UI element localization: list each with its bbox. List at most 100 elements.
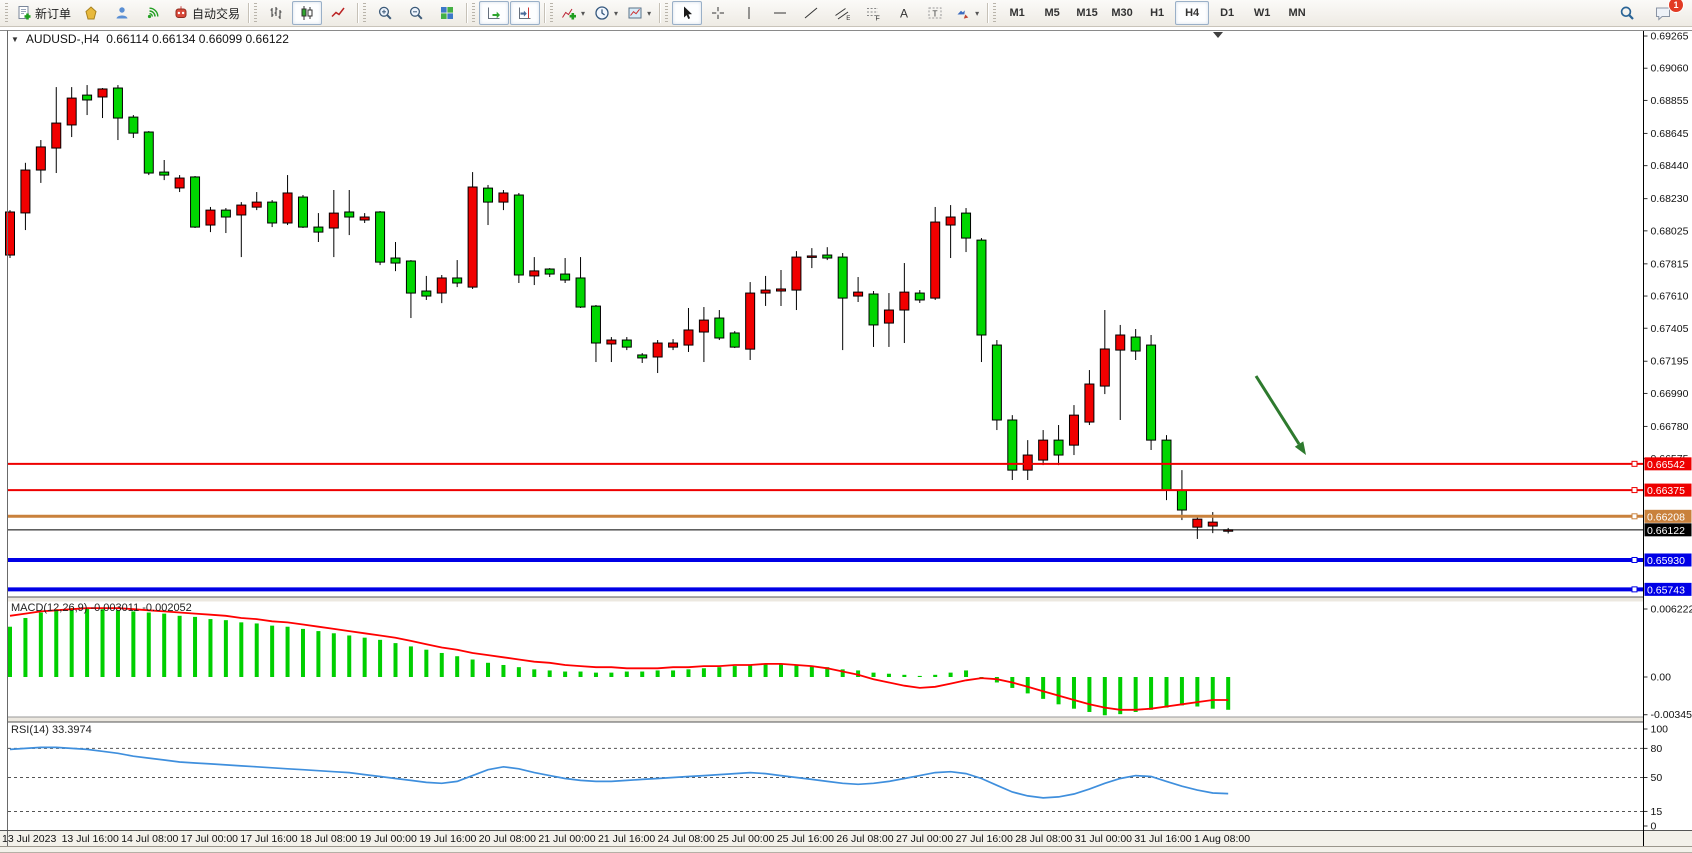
candlestick	[237, 205, 246, 215]
chart-dropdown-icon[interactable]: ▼	[11, 35, 19, 44]
signals-button[interactable]	[138, 1, 168, 25]
notifications-button[interactable]: 1	[1648, 1, 1678, 25]
shapes-button[interactable]: ▾	[951, 1, 983, 25]
cursor-button[interactable]	[672, 1, 702, 25]
line-chart-icon	[330, 5, 346, 21]
macd-histogram-bar	[779, 664, 783, 677]
toolbar-drag-handle[interactable]	[550, 3, 553, 23]
chevron-down-icon: ▾	[581, 9, 585, 18]
timeframe-D1-button[interactable]: D1	[1210, 1, 1244, 25]
indicators-button[interactable]: ▾	[557, 1, 589, 25]
button-label: H4	[1185, 7, 1199, 19]
timeframe-M5-button[interactable]: M5	[1035, 1, 1069, 25]
cursor-icon	[679, 5, 695, 21]
button-label: MN	[1289, 7, 1306, 19]
timeframe-MN-button[interactable]: MN	[1280, 1, 1314, 25]
toolbar-drag-handle[interactable]	[363, 3, 366, 23]
bar-chart-button[interactable]	[261, 1, 291, 25]
candlestick	[298, 197, 307, 227]
price-axis-label: 0.69265	[1651, 31, 1689, 43]
candlestick	[314, 227, 323, 232]
line-handle[interactable]	[1632, 557, 1637, 562]
candlestick	[376, 212, 385, 262]
chevron-down-icon: ▾	[647, 9, 651, 18]
line-handle[interactable]	[1632, 587, 1637, 592]
time-axis-label: 14 Jul 08:00	[121, 833, 178, 845]
hline-button[interactable]	[765, 1, 795, 25]
trendline-button[interactable]	[796, 1, 826, 25]
auto-trading-button[interactable]: 自动交易	[169, 1, 244, 25]
new-order-button[interactable]: 新订单	[12, 1, 75, 25]
community-button[interactable]	[107, 1, 137, 25]
macd-histogram-bar	[748, 665, 752, 677]
line-handle[interactable]	[1632, 514, 1637, 519]
zoom-out-button[interactable]	[401, 1, 431, 25]
toolbar-drag-handle[interactable]	[254, 3, 257, 23]
timeframe-W1-button[interactable]: W1	[1245, 1, 1279, 25]
time-axis-label: 24 Jul 08:00	[658, 833, 715, 845]
macd-histogram-bar	[409, 646, 413, 677]
candlestick	[962, 213, 971, 238]
text-label-button[interactable]: T	[920, 1, 950, 25]
candlestick	[514, 195, 523, 275]
candlestick	[1116, 335, 1125, 350]
line-handle[interactable]	[1632, 488, 1637, 493]
time-axis-label: 31 Jul 16:00	[1134, 833, 1191, 845]
channel-button[interactable]: E	[827, 1, 857, 25]
line-handle[interactable]	[1632, 461, 1637, 466]
macd-histogram-bar	[347, 635, 351, 677]
market-button[interactable]	[76, 1, 106, 25]
macd-histogram-bar	[116, 610, 120, 677]
candlestick	[653, 343, 662, 357]
timeframe-H4-button[interactable]: H4	[1175, 1, 1209, 25]
time-axis-label: 19 Jul 00:00	[360, 833, 417, 845]
text-button[interactable]: A	[889, 1, 919, 25]
fibonacci-icon: F	[865, 5, 881, 21]
macd-histogram-bar	[378, 640, 382, 677]
chart-shift-button[interactable]	[510, 1, 540, 25]
macd-histogram-bar	[486, 663, 490, 677]
candlestick	[329, 213, 338, 228]
pane-splitter[interactable]	[8, 717, 1644, 722]
crosshair-button[interactable]	[703, 1, 733, 25]
periods-button[interactable]: ▾	[590, 1, 622, 25]
macd-histogram-bar	[625, 672, 629, 677]
macd-histogram-bar	[101, 609, 105, 677]
search-icon	[1619, 5, 1635, 21]
candlestick-button[interactable]	[292, 1, 322, 25]
button-label: 自动交易	[192, 5, 240, 22]
templates-button[interactable]: ▾	[623, 1, 655, 25]
svg-text:T: T	[932, 8, 937, 18]
timeframe-M1-button[interactable]: M1	[1000, 1, 1034, 25]
time-axis-label: 13 Jul 2023	[2, 833, 56, 845]
macd-histogram-bar	[270, 626, 274, 677]
toolbar-drag-handle[interactable]	[993, 3, 996, 23]
candlestick	[252, 202, 261, 207]
button-label: M5	[1044, 7, 1059, 19]
toolbar-separator	[357, 3, 358, 23]
macd-histogram-bar	[686, 669, 690, 677]
toolbar-drag-handle[interactable]	[5, 3, 8, 23]
vline-button[interactable]	[734, 1, 764, 25]
pane-splitter[interactable]	[8, 597, 1644, 602]
macd-histogram-bar	[702, 668, 706, 677]
line-chart-button[interactable]	[323, 1, 353, 25]
zoom-in-button[interactable]	[370, 1, 400, 25]
candlestick	[915, 293, 924, 300]
rsi-axis-label: 15	[1651, 806, 1663, 818]
tile-windows-button[interactable]	[432, 1, 462, 25]
macd-histogram-bar	[255, 623, 259, 677]
timeframe-M15-button[interactable]: M15	[1070, 1, 1104, 25]
fibonacci-button[interactable]: F	[858, 1, 888, 25]
timeframe-M30-button[interactable]: M30	[1105, 1, 1139, 25]
toolbar-drag-handle[interactable]	[665, 3, 668, 23]
search-button[interactable]	[1612, 1, 1642, 25]
auto-scroll-button[interactable]	[479, 1, 509, 25]
toolbar-drag-handle[interactable]	[472, 3, 475, 23]
templates-icon	[627, 5, 643, 21]
candlestick	[730, 333, 739, 347]
time-axis-label: 18 Jul 08:00	[300, 833, 357, 845]
toolbar-separator	[248, 3, 249, 23]
hline-icon	[772, 5, 788, 21]
timeframe-H1-button[interactable]: H1	[1140, 1, 1174, 25]
